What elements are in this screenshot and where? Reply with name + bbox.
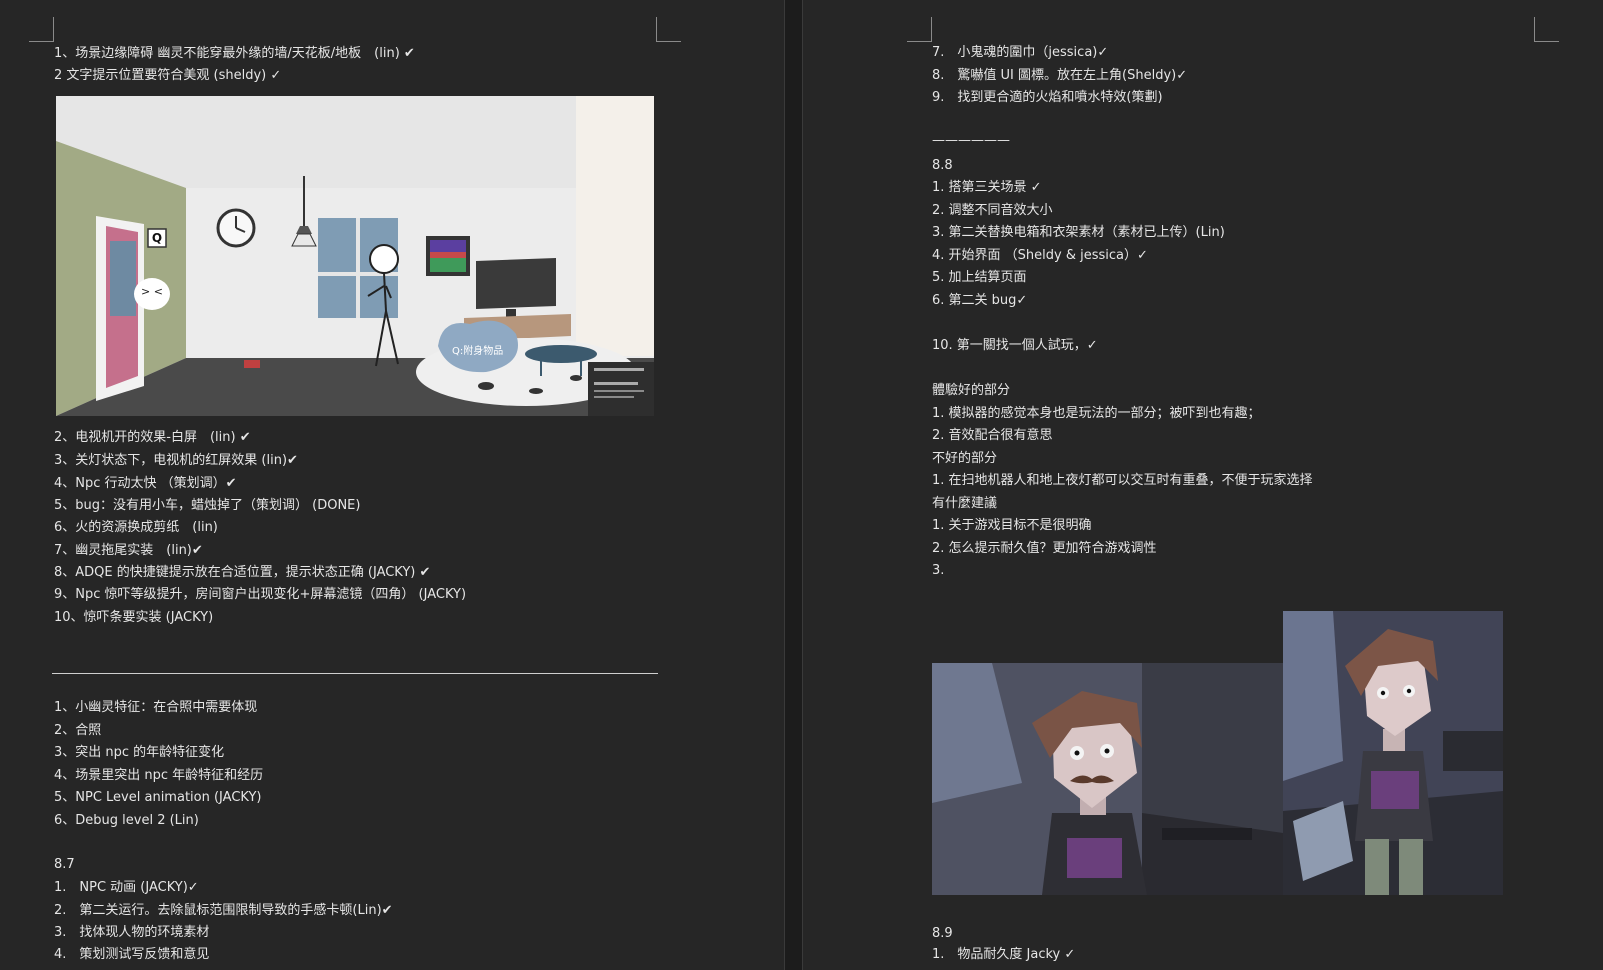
game-scene-drawing <box>56 96 654 416</box>
task-line: 4、场景里突出 npc 年龄特征和经历 <box>54 768 264 783</box>
task-line: 4、Npc 行动太快 （策划调）✔ <box>54 476 237 491</box>
feedback-item: 2. 音效配合很有意思 <box>932 428 1053 443</box>
npc-render-old <box>932 663 1283 895</box>
feedback-item: 1. 模拟器的感觉本身也是玩法的一部分；被吓到也有趣； <box>932 406 1261 421</box>
task-line: 9、Npc 惊吓等级提升，房间窗户出现变化+屏幕滤镜（四角） (JACKY) <box>54 587 467 602</box>
task-line: 3、突出 npc 的年龄特征变化 <box>54 745 225 760</box>
game-scene-screenshot: Q > < Q:附身物品 <box>56 96 654 416</box>
horizontal-rule <box>52 673 658 674</box>
task-line: 1、场景边缘障碍 幽灵不能穿最外缘的墙/天花板/地板 (lin) ✔ <box>54 46 415 61</box>
npc-old-drawing <box>932 663 1283 895</box>
page-gutter <box>784 0 803 970</box>
task-line: 6. 第二关 bug✓ <box>932 293 1028 308</box>
section-heading: 有什麼建議 <box>932 496 998 511</box>
task-line: 4. 开始界面 （Sheldy & jessica）✓ <box>932 248 1148 263</box>
dash-separator: —————— <box>932 133 1010 148</box>
task-line: 2. 调整不同音效大小 <box>932 203 1053 218</box>
task-line: 10. 第一關找一個人試玩，✓ <box>932 338 1098 353</box>
task-line: 1. NPC 动画 (JACKY)✓ <box>54 880 199 895</box>
task-line: 2 文字提示位置要符合美观 (sheldy) ✓ <box>54 68 282 83</box>
task-line: 6、Debug level 2 (Lin) <box>54 813 199 828</box>
margin-corner-mark <box>1534 17 1559 42</box>
task-line: 7、幽灵拖尾实装 (lin)✔ <box>54 543 203 558</box>
date-heading: 8.9 <box>932 926 953 941</box>
document-page-left: 1、场景边缘障碍 幽灵不能穿最外缘的墙/天花板/地板 (lin) ✔ 2 文字提… <box>0 0 784 970</box>
task-line: 4. 策划测试写反馈和意见 <box>54 947 210 962</box>
task-line: 2、合照 <box>54 723 102 738</box>
task-line: 5. 加上结算页面 <box>932 270 1027 285</box>
task-line: 5、bug：没有用小车，蜡烛掉了（策划调） (DONE) <box>54 498 361 513</box>
feedback-item: 1. 关于游戏目标不是很明确 <box>932 518 1092 533</box>
margin-corner-mark <box>29 17 54 42</box>
margin-corner-mark <box>656 17 681 42</box>
npc-young-drawing <box>1283 611 1503 895</box>
feedback-item: 3. <box>932 563 945 578</box>
npc-render-young <box>1283 611 1503 895</box>
task-line: 9. 找到更合適的火焰和噴水特效(策劃) <box>932 90 1163 105</box>
task-line: 7. 小鬼魂的圍巾（jessica)✓ <box>932 45 1109 60</box>
ghost-face-label: > < <box>141 285 163 298</box>
task-line: 1. 物品耐久度 Jacky ✓ <box>932 947 1076 962</box>
task-line: 1. 搭第三关场景 ✓ <box>932 180 1042 195</box>
task-line: 3、关灯状态下，电视机的红屏效果 (lin)✔ <box>54 453 298 468</box>
task-line: 8. 驚嚇值 UI 圖標。放在左上角(Sheldy)✓ <box>932 68 1188 83</box>
date-heading: 8.8 <box>932 158 953 173</box>
task-line: 1、小幽灵特征：在合照中需要体现 <box>54 700 258 715</box>
feedback-item: 1. 在扫地机器人和地上夜灯都可以交互时有重叠，不便于玩家选择 <box>932 473 1313 488</box>
task-line: 8、ADQE 的快捷键提示放在合适位置，提示状态正确 (JACKY) ✔ <box>54 565 431 580</box>
task-line: 10、惊吓条要实装 (JACKY) <box>54 610 214 625</box>
task-line: 3. 找体现人物的环境素材 <box>54 925 210 940</box>
door-key-label: Q <box>151 231 163 245</box>
possess-hint-label: Q:附身物品 <box>452 346 504 357</box>
task-line: 6、火的资源换成剪纸 (lin) <box>54 520 218 535</box>
feedback-item: 2. 怎么提示耐久值？更加符合游戏调性 <box>932 541 1157 556</box>
task-line: 3. 第二关替换电箱和衣架素材（素材已上传）(Lin) <box>932 225 1225 240</box>
task-line: 2、电视机开的效果-白屏 (lin) ✔ <box>54 430 251 445</box>
section-heading: 體驗好的部分 <box>932 383 1011 398</box>
document-page-right: 7. 小鬼魂的圍巾（jessica)✓ 8. 驚嚇值 UI 圖標。放在左上角(S… <box>803 0 1603 970</box>
task-line: 2. 第二关运行。去除鼠标范围限制导致的手感卡顿(Lin)✔ <box>54 903 393 918</box>
task-line: 5、NPC Level animation (JACKY) <box>54 790 262 805</box>
section-heading: 不好的部分 <box>932 451 998 466</box>
date-heading: 8.7 <box>54 857 75 872</box>
margin-corner-mark <box>907 17 932 42</box>
